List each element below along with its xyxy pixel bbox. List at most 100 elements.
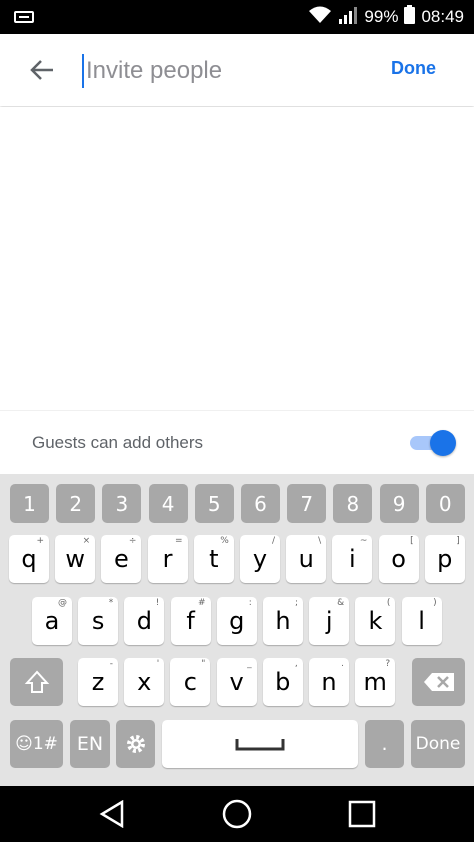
guests-can-add-others-row: Guests can add others bbox=[0, 410, 474, 474]
shift-icon bbox=[24, 670, 49, 693]
nav-back-button[interactable] bbox=[97, 799, 127, 829]
key-label: h bbox=[275, 607, 291, 635]
language-key[interactable]: EN bbox=[70, 720, 110, 768]
key-1[interactable]: 1 bbox=[10, 484, 49, 523]
period-key[interactable]: . bbox=[365, 720, 404, 768]
key-label: 4 bbox=[161, 491, 175, 516]
key-x[interactable]: x ' bbox=[124, 658, 165, 706]
key-hint: ] bbox=[456, 536, 460, 546]
invite-people-input[interactable] bbox=[82, 54, 362, 88]
key-t[interactable]: t% bbox=[193, 535, 234, 583]
key-g[interactable]: g: bbox=[216, 597, 257, 645]
key-hint: × bbox=[82, 536, 91, 546]
key-hint: ÷ bbox=[128, 536, 137, 546]
key-label: 9 bbox=[392, 491, 406, 516]
shift-key[interactable] bbox=[10, 658, 63, 706]
key-hint: / bbox=[271, 536, 275, 546]
key-label: y bbox=[252, 545, 268, 573]
key-hint: = bbox=[175, 536, 183, 546]
key-7[interactable]: 7 bbox=[287, 484, 327, 523]
emoji-symbols-key[interactable]: ☺1# bbox=[10, 720, 63, 768]
key-u[interactable]: u \ bbox=[286, 535, 327, 583]
key-label: 6 bbox=[254, 491, 267, 516]
key-hint: - bbox=[109, 659, 113, 669]
key-3[interactable]: 3 bbox=[102, 484, 142, 523]
app-bar: Done bbox=[0, 34, 474, 106]
key-label: w bbox=[65, 545, 85, 573]
key-label: g bbox=[229, 607, 245, 635]
key-hint: * bbox=[108, 598, 114, 608]
key-4[interactable]: 4 bbox=[148, 484, 188, 523]
keyboard-notification-icon bbox=[14, 11, 34, 23]
key-l[interactable]: l) bbox=[401, 597, 442, 645]
key-s[interactable]: s * bbox=[78, 597, 119, 645]
key-i[interactable]: i ~ bbox=[332, 535, 373, 583]
key-n[interactable]: n. bbox=[309, 658, 349, 706]
key-hint: ' bbox=[156, 659, 160, 669]
key-label: b bbox=[275, 668, 291, 696]
done-button[interactable]: Done bbox=[391, 58, 436, 79]
key-label: 3 bbox=[115, 491, 129, 516]
key-label: u bbox=[298, 545, 314, 573]
nav-home-button[interactable] bbox=[222, 799, 252, 829]
key-q[interactable]: q + bbox=[9, 535, 49, 583]
key-hint: + bbox=[36, 536, 44, 546]
key-label: z bbox=[91, 668, 105, 696]
key-y[interactable]: y / bbox=[240, 535, 280, 583]
guests-can-add-others-toggle[interactable] bbox=[410, 430, 456, 456]
key-label: v bbox=[229, 668, 244, 696]
key-label: l bbox=[418, 607, 425, 635]
key-a[interactable]: a @ bbox=[32, 597, 72, 645]
key-6[interactable]: 6 bbox=[241, 484, 280, 523]
key-label: s bbox=[91, 607, 105, 635]
key-k[interactable]: k( bbox=[355, 597, 396, 645]
key-label: i bbox=[349, 545, 356, 573]
key-r[interactable]: r = bbox=[147, 535, 188, 583]
key-h[interactable]: h; bbox=[263, 597, 303, 645]
key-9[interactable]: 9 bbox=[379, 484, 419, 523]
key-hint: ( bbox=[386, 598, 391, 608]
key-p[interactable]: p] bbox=[424, 535, 465, 583]
key-e[interactable]: e ÷ bbox=[101, 535, 142, 583]
key-label: o bbox=[391, 545, 406, 573]
key-j[interactable]: j & bbox=[309, 597, 350, 645]
key-5[interactable]: 5 bbox=[194, 484, 234, 523]
key-label: c bbox=[183, 668, 197, 696]
back-button[interactable] bbox=[22, 52, 62, 88]
settings-key[interactable] bbox=[116, 720, 155, 768]
backspace-key[interactable] bbox=[412, 658, 465, 706]
key-2[interactable]: 2 bbox=[56, 484, 96, 523]
key-0[interactable]: 0 bbox=[425, 484, 465, 523]
key-f[interactable]: f # bbox=[170, 597, 211, 645]
circle-home-icon bbox=[222, 799, 252, 829]
space-key[interactable] bbox=[162, 720, 358, 768]
key-b[interactable]: b, bbox=[262, 658, 303, 706]
key-hint: ? bbox=[385, 659, 391, 669]
gear-icon bbox=[126, 735, 145, 753]
key-label: 8 bbox=[346, 491, 360, 516]
battery-percent: 99% bbox=[364, 7, 399, 26]
status-bar: 99% 08:49 bbox=[0, 0, 474, 34]
key-label: n bbox=[321, 668, 337, 696]
key-8[interactable]: 8 bbox=[333, 484, 373, 523]
clock: 08:49 bbox=[421, 7, 464, 26]
key-hint: , bbox=[294, 659, 298, 669]
key-c[interactable]: c " bbox=[170, 658, 211, 706]
nav-recents-button[interactable] bbox=[347, 799, 377, 829]
key-label: 7 bbox=[300, 491, 314, 516]
key-z[interactable]: z- bbox=[78, 658, 118, 706]
keyboard-done-key[interactable]: Done bbox=[411, 720, 465, 768]
key-label: p bbox=[437, 545, 453, 573]
key-m[interactable]: m? bbox=[355, 658, 396, 706]
key-w[interactable]: w × bbox=[55, 535, 96, 583]
key-hint: % bbox=[220, 536, 229, 546]
signal-icon bbox=[338, 6, 358, 29]
key-v[interactable]: v _ bbox=[216, 658, 257, 706]
key-hint: ~ bbox=[359, 536, 368, 546]
key-label: r bbox=[162, 545, 173, 573]
toggle-thumb bbox=[430, 430, 456, 456]
key-label: 0 bbox=[438, 491, 452, 516]
suggestions-area bbox=[0, 107, 474, 407]
key-d[interactable]: d! bbox=[124, 597, 165, 645]
key-o[interactable]: o[ bbox=[378, 535, 419, 583]
